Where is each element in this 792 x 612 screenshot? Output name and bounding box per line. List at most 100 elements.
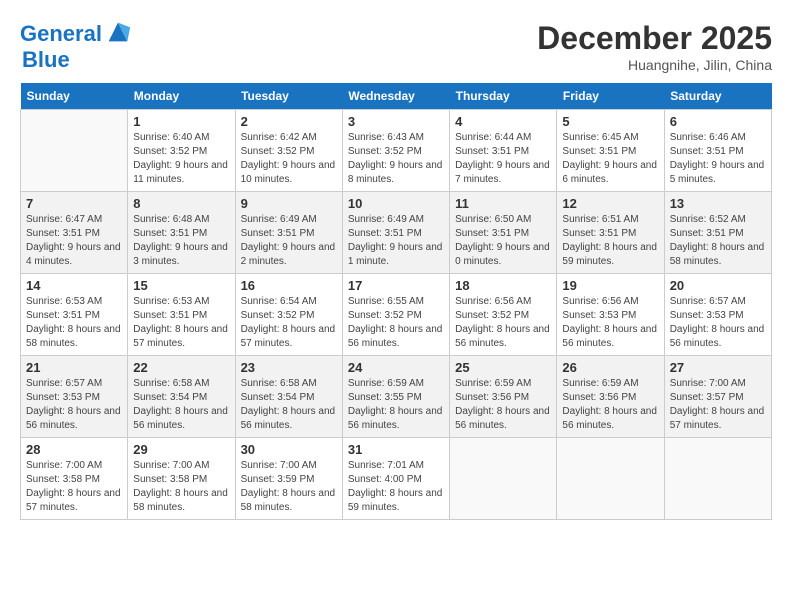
day-detail: Sunrise: 6:57 AMSunset: 3:53 PMDaylight:…	[670, 295, 766, 351]
calendar-cell: 27 Sunrise: 7:00 AMSunset: 3:57 PMDayligh…	[664, 356, 771, 438]
day-number: 12	[562, 196, 658, 211]
calendar-cell: 9 Sunrise: 6:49 AMSunset: 3:51 PMDaylight…	[235, 192, 342, 274]
day-number: 11	[455, 196, 551, 211]
day-detail: Sunrise: 7:00 AMSunset: 3:57 PMDaylight:…	[670, 377, 766, 433]
day-detail: Sunrise: 6:58 AMSunset: 3:54 PMDaylight:…	[241, 377, 337, 433]
calendar-cell: 28 Sunrise: 7:00 AMSunset: 3:58 PMDayligh…	[21, 438, 128, 520]
calendar-cell: 18 Sunrise: 6:56 AMSunset: 3:52 PMDayligh…	[450, 274, 557, 356]
calendar-cell: 16 Sunrise: 6:54 AMSunset: 3:52 PMDayligh…	[235, 274, 342, 356]
calendar-cell: 10 Sunrise: 6:49 AMSunset: 3:51 PMDayligh…	[342, 192, 449, 274]
day-number: 21	[26, 360, 122, 375]
calendar-cell	[21, 110, 128, 192]
day-detail: Sunrise: 6:42 AMSunset: 3:52 PMDaylight:…	[241, 131, 337, 187]
day-detail: Sunrise: 6:54 AMSunset: 3:52 PMDaylight:…	[241, 295, 337, 351]
day-number: 4	[455, 114, 551, 129]
day-detail: Sunrise: 6:58 AMSunset: 3:54 PMDaylight:…	[133, 377, 229, 433]
week-row-3: 14 Sunrise: 6:53 AMSunset: 3:51 PMDayligh…	[21, 274, 772, 356]
calendar-cell: 2 Sunrise: 6:42 AMSunset: 3:52 PMDaylight…	[235, 110, 342, 192]
calendar-cell: 11 Sunrise: 6:50 AMSunset: 3:51 PMDayligh…	[450, 192, 557, 274]
day-number: 3	[348, 114, 444, 129]
day-detail: Sunrise: 6:43 AMSunset: 3:52 PMDaylight:…	[348, 131, 444, 187]
calendar-cell: 20 Sunrise: 6:57 AMSunset: 3:53 PMDayligh…	[664, 274, 771, 356]
day-detail: Sunrise: 6:55 AMSunset: 3:52 PMDaylight:…	[348, 295, 444, 351]
day-detail: Sunrise: 6:56 AMSunset: 3:52 PMDaylight:…	[455, 295, 551, 351]
logo: General Blue	[20, 20, 132, 72]
day-number: 28	[26, 442, 122, 457]
day-detail: Sunrise: 6:52 AMSunset: 3:51 PMDaylight:…	[670, 213, 766, 269]
calendar-cell: 29 Sunrise: 7:00 AMSunset: 3:58 PMDayligh…	[128, 438, 235, 520]
day-number: 6	[670, 114, 766, 129]
day-number: 20	[670, 278, 766, 293]
day-detail: Sunrise: 6:49 AMSunset: 3:51 PMDaylight:…	[241, 213, 337, 269]
day-detail: Sunrise: 6:45 AMSunset: 3:51 PMDaylight:…	[562, 131, 658, 187]
day-number: 30	[241, 442, 337, 457]
title-block: December 2025 Huangnihe, Jilin, China	[537, 20, 772, 73]
calendar-cell: 15 Sunrise: 6:53 AMSunset: 3:51 PMDayligh…	[128, 274, 235, 356]
calendar-cell: 4 Sunrise: 6:44 AMSunset: 3:51 PMDaylight…	[450, 110, 557, 192]
calendar-table: SundayMondayTuesdayWednesdayThursdayFrid…	[20, 83, 772, 520]
calendar-cell: 13 Sunrise: 6:52 AMSunset: 3:51 PMDayligh…	[664, 192, 771, 274]
day-detail: Sunrise: 6:49 AMSunset: 3:51 PMDaylight:…	[348, 213, 444, 269]
day-detail: Sunrise: 6:44 AMSunset: 3:51 PMDaylight:…	[455, 131, 551, 187]
day-number: 19	[562, 278, 658, 293]
day-detail: Sunrise: 7:00 AMSunset: 3:58 PMDaylight:…	[133, 459, 229, 515]
day-detail: Sunrise: 6:46 AMSunset: 3:51 PMDaylight:…	[670, 131, 766, 187]
calendar-cell: 3 Sunrise: 6:43 AMSunset: 3:52 PMDaylight…	[342, 110, 449, 192]
calendar-cell: 24Sunrise: 6:59 AMSunset: 3:55 PMDayligh…	[342, 356, 449, 438]
weekday-header-sunday: Sunday	[21, 83, 128, 110]
logo-blue-text: Blue	[22, 47, 70, 72]
month-title: December 2025	[537, 20, 772, 57]
weekday-header-row: SundayMondayTuesdayWednesdayThursdayFrid…	[21, 83, 772, 110]
day-detail: Sunrise: 6:53 AMSunset: 3:51 PMDaylight:…	[133, 295, 229, 351]
calendar-cell: 17 Sunrise: 6:55 AMSunset: 3:52 PMDayligh…	[342, 274, 449, 356]
calendar-cell: 14 Sunrise: 6:53 AMSunset: 3:51 PMDayligh…	[21, 274, 128, 356]
day-number: 8	[133, 196, 229, 211]
calendar-cell: 7 Sunrise: 6:47 AMSunset: 3:51 PMDaylight…	[21, 192, 128, 274]
calendar-cell: 12Sunrise: 6:51 AMSunset: 3:51 PMDayligh…	[557, 192, 664, 274]
week-row-5: 28 Sunrise: 7:00 AMSunset: 3:58 PMDayligh…	[21, 438, 772, 520]
day-number: 27	[670, 360, 766, 375]
day-number: 16	[241, 278, 337, 293]
calendar-cell: 26Sunrise: 6:59 AMSunset: 3:56 PMDayligh…	[557, 356, 664, 438]
day-detail: Sunrise: 6:53 AMSunset: 3:51 PMDaylight:…	[26, 295, 122, 351]
day-detail: Sunrise: 6:50 AMSunset: 3:51 PMDaylight:…	[455, 213, 551, 269]
day-detail: Sunrise: 6:48 AMSunset: 3:51 PMDaylight:…	[133, 213, 229, 269]
calendar-cell: 19 Sunrise: 6:56 AMSunset: 3:53 PMDayligh…	[557, 274, 664, 356]
day-number: 13	[670, 196, 766, 211]
day-number: 2	[241, 114, 337, 129]
weekday-header-monday: Monday	[128, 83, 235, 110]
logo-text: General	[20, 22, 102, 46]
weekday-header-friday: Friday	[557, 83, 664, 110]
day-detail: Sunrise: 6:59 AMSunset: 3:56 PMDaylight:…	[455, 377, 551, 433]
day-detail: Sunrise: 6:47 AMSunset: 3:51 PMDaylight:…	[26, 213, 122, 269]
day-number: 23	[241, 360, 337, 375]
day-number: 17	[348, 278, 444, 293]
calendar-cell: 6 Sunrise: 6:46 AMSunset: 3:51 PMDaylight…	[664, 110, 771, 192]
weekday-header-thursday: Thursday	[450, 83, 557, 110]
day-number: 5	[562, 114, 658, 129]
calendar-cell: 21Sunrise: 6:57 AMSunset: 3:53 PMDayligh…	[21, 356, 128, 438]
location-subtitle: Huangnihe, Jilin, China	[537, 57, 772, 73]
calendar-cell: 22Sunrise: 6:58 AMSunset: 3:54 PMDayligh…	[128, 356, 235, 438]
day-number: 26	[562, 360, 658, 375]
day-number: 18	[455, 278, 551, 293]
calendar-cell: 23 Sunrise: 6:58 AMSunset: 3:54 PMDayligh…	[235, 356, 342, 438]
day-detail: Sunrise: 7:00 AMSunset: 3:58 PMDaylight:…	[26, 459, 122, 515]
weekday-header-saturday: Saturday	[664, 83, 771, 110]
day-number: 7	[26, 196, 122, 211]
day-number: 9	[241, 196, 337, 211]
day-detail: Sunrise: 6:56 AMSunset: 3:53 PMDaylight:…	[562, 295, 658, 351]
calendar-cell: 31Sunrise: 7:01 AMSunset: 4:00 PMDayligh…	[342, 438, 449, 520]
day-detail: Sunrise: 7:00 AMSunset: 3:59 PMDaylight:…	[241, 459, 337, 515]
calendar-cell	[557, 438, 664, 520]
calendar-cell	[664, 438, 771, 520]
logo-icon	[104, 18, 132, 46]
day-number: 10	[348, 196, 444, 211]
day-number: 14	[26, 278, 122, 293]
day-number: 29	[133, 442, 229, 457]
calendar-cell: 25Sunrise: 6:59 AMSunset: 3:56 PMDayligh…	[450, 356, 557, 438]
week-row-1: 1Sunrise: 6:40 AMSunset: 3:52 PMDaylight…	[21, 110, 772, 192]
weekday-header-wednesday: Wednesday	[342, 83, 449, 110]
week-row-2: 7 Sunrise: 6:47 AMSunset: 3:51 PMDaylight…	[21, 192, 772, 274]
day-number: 15	[133, 278, 229, 293]
